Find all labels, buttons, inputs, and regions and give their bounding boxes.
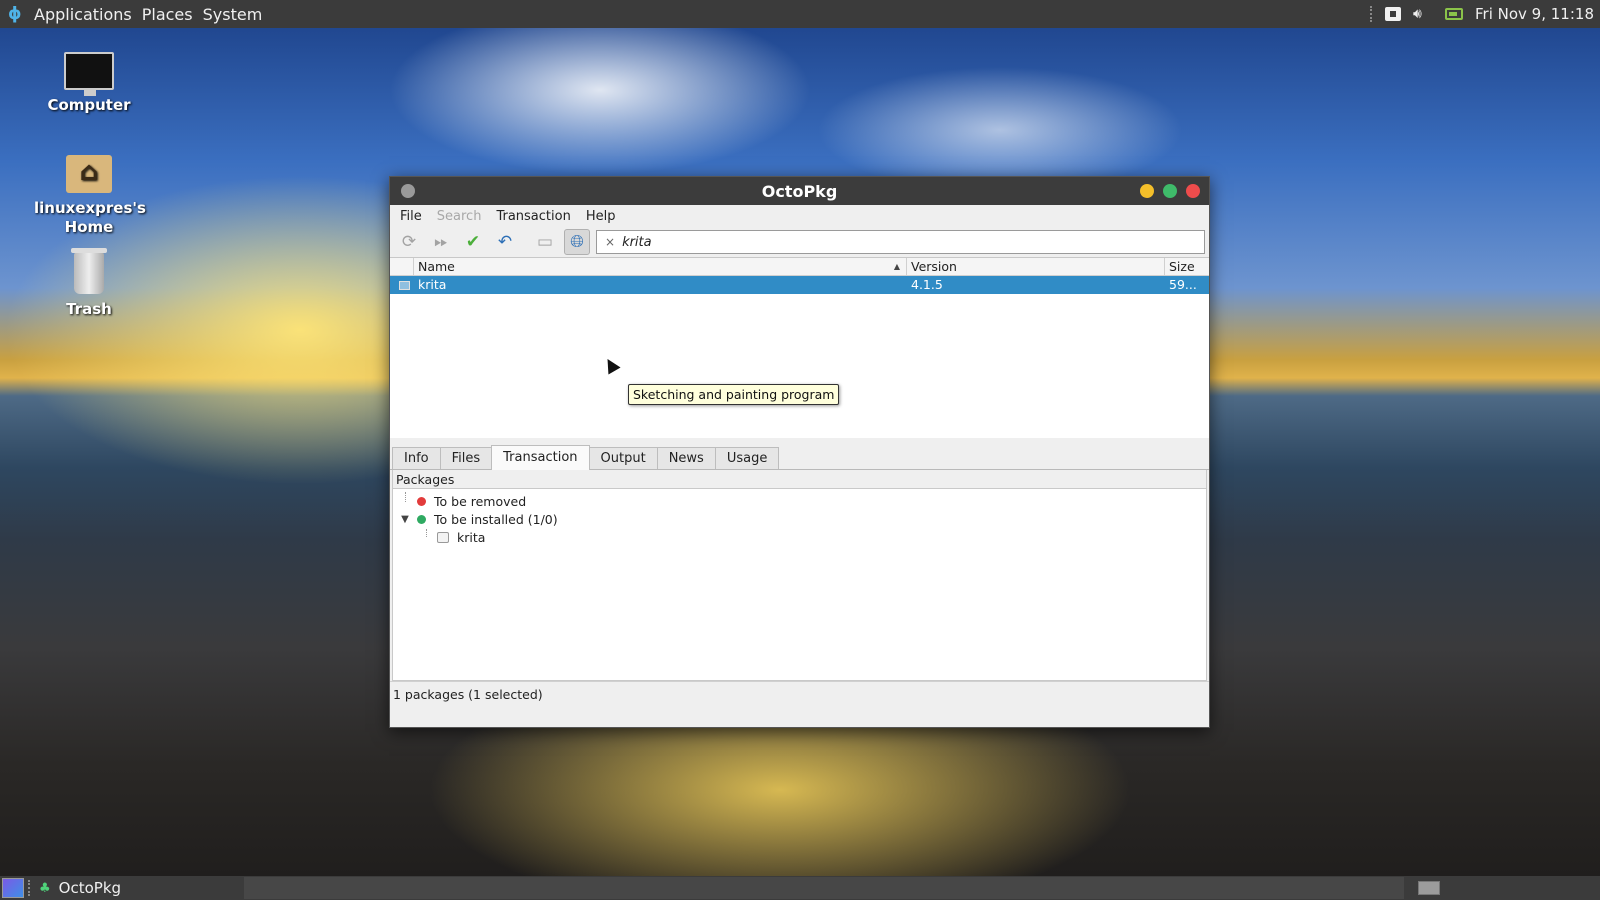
expand-arrow-icon[interactable]: ▼ — [393, 514, 417, 525]
commit-icon[interactable]: ✔ — [460, 229, 486, 255]
home-folder-icon — [66, 155, 112, 193]
taskbar: ♣ OctoPkg — [0, 876, 1600, 900]
column-header-name[interactable]: Name ▲ — [414, 258, 907, 275]
desktop-icon-computer[interactable]: Computer — [29, 52, 149, 114]
toolbar-separator — [524, 232, 526, 252]
menu-system[interactable]: System — [203, 5, 263, 24]
mouse-cursor-icon — [601, 355, 621, 375]
package-list-header: Name ▲ Version Size — [390, 258, 1209, 276]
taskbar-button-label: OctoPkg — [58, 879, 122, 897]
transaction-pane: Packages To be removed ▼ To be installed… — [392, 470, 1207, 681]
install-dot-icon — [417, 514, 426, 524]
tab-transaction[interactable]: Transaction — [491, 445, 590, 470]
remove-dot-icon — [417, 496, 426, 506]
gecko-logo-icon[interactable]: ϕ — [8, 5, 26, 23]
tab-news[interactable]: News — [656, 447, 716, 469]
package-name: krita — [418, 277, 447, 292]
close-button[interactable] — [1186, 184, 1200, 198]
sync-icon[interactable]: ⟳ — [396, 229, 422, 255]
terminal-icon[interactable]: ▭ — [532, 229, 558, 255]
package-tooltip: Sketching and painting program — [628, 384, 840, 405]
column-header-status[interactable] — [390, 258, 414, 275]
minimize-button[interactable] — [1140, 184, 1154, 198]
tab-usage[interactable]: Usage — [714, 447, 780, 469]
menu-file[interactable]: File — [400, 209, 422, 224]
menubar: File Search Transaction Help — [390, 205, 1209, 227]
package-icon — [437, 531, 449, 543]
clear-search-icon[interactable]: × — [605, 235, 615, 249]
table-row[interactable]: krita 4.1.5 59... — [390, 276, 1209, 294]
battery-icon[interactable] — [1445, 8, 1463, 20]
window-menu-button[interactable] — [401, 184, 415, 198]
taskbar-button-octopkg[interactable]: ♣ OctoPkg — [35, 877, 240, 899]
toolbar: ⟳ ⏩︎ ✔ ↶ ▭ 🌐︎ × krita — [390, 227, 1209, 257]
menu-transaction[interactable]: Transaction — [496, 209, 570, 224]
aur-globe-icon[interactable]: 🌐︎ — [564, 229, 590, 255]
desktop-icon-home[interactable]: linuxexpres's Home — [29, 155, 149, 237]
desktop-icon-label: Computer — [47, 96, 131, 114]
search-value: krita — [622, 234, 652, 250]
package-size: 59... — [1169, 277, 1197, 292]
tree-item-install[interactable]: ▼ To be installed (1/0) — [393, 510, 1206, 528]
tree-item-package-label: krita — [457, 529, 486, 545]
tree-item-remove-label: To be removed — [434, 493, 527, 509]
workspace-switcher[interactable] — [1418, 881, 1440, 895]
packages-header: Packages — [393, 470, 1206, 489]
tree-item-install-label: To be installed (1/0) — [434, 511, 558, 527]
window-titlebar[interactable]: OctoPkg — [390, 177, 1209, 205]
menu-applications[interactable]: Applications — [34, 5, 132, 24]
volume-icon[interactable]: 🔊︎ — [1413, 7, 1433, 21]
menu-search[interactable]: Search — [437, 209, 482, 224]
package-status-icon — [390, 276, 414, 294]
computer-icon — [64, 52, 114, 96]
octopkg-icon: ♣ — [39, 880, 51, 896]
sort-ascending-icon: ▲ — [893, 262, 900, 271]
column-header-size[interactable]: Size — [1165, 258, 1209, 275]
desktop-icon-label: Trash — [66, 300, 112, 318]
rollback-icon[interactable]: ↶ — [492, 229, 518, 255]
column-name-label: Name — [418, 259, 455, 274]
details-tabs: Info Files Transaction Output News Usage — [390, 445, 1209, 470]
window-title: OctoPkg — [761, 181, 838, 201]
transaction-tree: To be removed ▼ To be installed (1/0) kr… — [393, 489, 1206, 546]
clock[interactable]: Fri Nov 9, 11:18 — [1475, 5, 1594, 23]
stop-icon[interactable]: ⏩︎ — [428, 229, 454, 255]
tray-separator — [1370, 6, 1373, 22]
octopkg-window: OctoPkg File Search Transaction Help ⟳ ⏩… — [389, 176, 1210, 728]
status-bar: 1 packages (1 selected) — [390, 681, 1209, 707]
tree-item-remove[interactable]: To be removed — [393, 492, 1206, 510]
trash-icon — [71, 248, 107, 294]
tree-item-package[interactable]: krita — [393, 528, 1206, 546]
system-tray: 🔊︎ Fri Nov 9, 11:18 — [1370, 0, 1600, 28]
tab-files[interactable]: Files — [439, 447, 493, 469]
notification-icon[interactable] — [1385, 7, 1401, 21]
desktop-icon-trash[interactable]: Trash — [29, 248, 149, 318]
top-panel: ϕ Applications Places System 🔊︎ Fri Nov … — [0, 0, 1600, 28]
package-version: 4.1.5 — [911, 277, 943, 292]
tab-info[interactable]: Info — [392, 447, 441, 469]
maximize-button[interactable] — [1163, 184, 1177, 198]
search-input[interactable]: × krita — [596, 230, 1205, 254]
package-list: Name ▲ Version Size krita 4.1.5 59... Sk… — [390, 257, 1209, 438]
tab-output[interactable]: Output — [588, 447, 658, 469]
taskbar-window-list — [244, 877, 1404, 899]
desktop-icon-label: linuxexpres's Home — [34, 199, 146, 236]
column-header-version[interactable]: Version — [907, 258, 1165, 275]
menu-places[interactable]: Places — [142, 5, 193, 24]
menu-help[interactable]: Help — [586, 209, 616, 224]
show-desktop-icon[interactable] — [2, 878, 24, 898]
taskbar-separator — [28, 880, 31, 896]
